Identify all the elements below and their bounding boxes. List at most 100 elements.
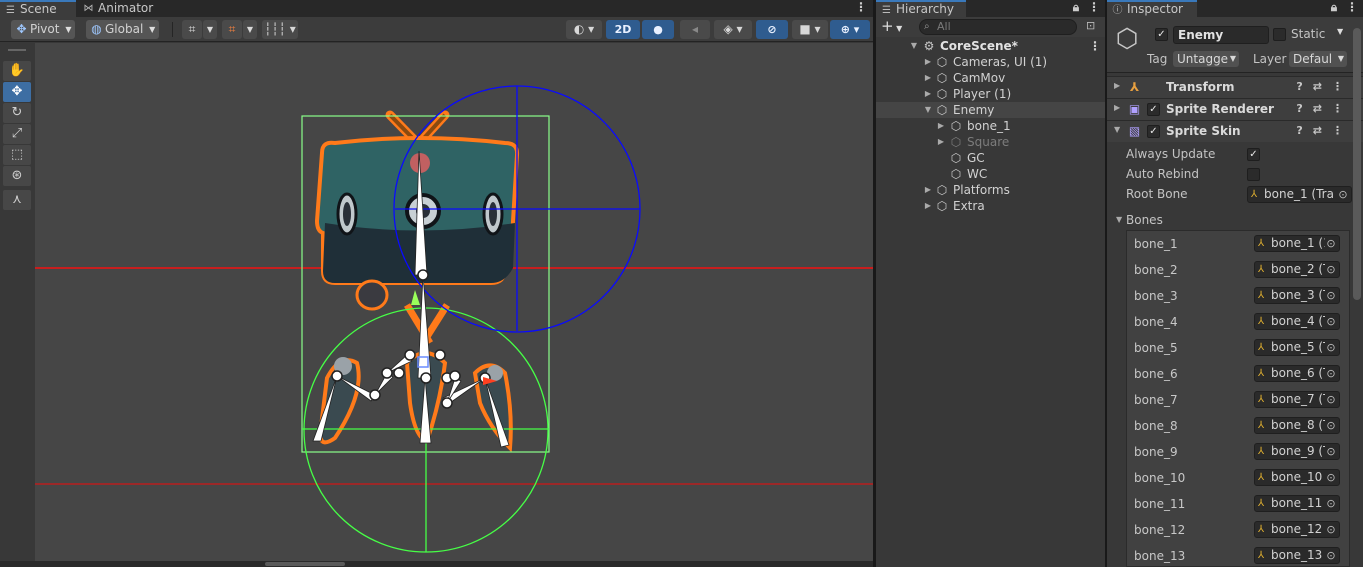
bone-field[interactable]: ⅄ bone_11 (⊙ xyxy=(1254,495,1340,512)
scene-search-icon[interactable]: ⊡ xyxy=(1086,19,1095,32)
hierarchy-row[interactable]: ▶ ⬡ Cameras, UI (1) xyxy=(876,54,1105,70)
hierarchy-menu-icon[interactable]: ⋮ xyxy=(1088,0,1100,17)
expand-arrow-icon[interactable]: ▶ xyxy=(1114,81,1120,90)
always-update-checkbox[interactable]: ✓ xyxy=(1247,148,1260,161)
object-picker-icon[interactable]: ⊙ xyxy=(1325,288,1337,303)
tab-hierarchy[interactable]: ☰ Hierarchy xyxy=(876,0,966,17)
scene-visibility-toggle[interactable]: ⊘ xyxy=(756,20,788,39)
scene-viewport[interactable] xyxy=(35,43,873,561)
expand-arrow-icon[interactable]: ▶ xyxy=(923,70,933,86)
effects-dropdown[interactable]: ◈ ▾ xyxy=(714,20,752,39)
drag-handle[interactable] xyxy=(8,49,26,51)
component-tools[interactable]: ?⇄⋮ xyxy=(1296,80,1353,93)
object-picker-icon[interactable]: ⊙ xyxy=(1325,236,1337,251)
hierarchy-row[interactable]: ⬡ GC xyxy=(876,150,1105,166)
tab-inspector[interactable]: ⓘ Inspector xyxy=(1107,0,1197,17)
hierarchy-row[interactable]: ▶ ⬡ Platforms xyxy=(876,182,1105,198)
rotate-tool-button[interactable]: ↻ xyxy=(3,103,31,123)
tab-animator[interactable]: ⋈ Animator xyxy=(78,0,158,17)
object-picker-icon[interactable]: ⊙ xyxy=(1325,522,1337,537)
bone-field[interactable]: ⅄ bone_8 (T ⊙ xyxy=(1254,417,1340,434)
object-picker-icon[interactable]: ⊙ xyxy=(1325,262,1337,277)
expand-arrow-icon[interactable]: ▶ xyxy=(923,54,933,70)
active-checkbox[interactable]: ✓ xyxy=(1155,28,1168,41)
expand-arrow-icon[interactable]: ▶ xyxy=(923,198,933,214)
object-picker-icon[interactable]: ⊙ xyxy=(1325,548,1337,563)
component-sprite-renderer[interactable]: ▶ ▣ ✓ Sprite Renderer ?⇄⋮ xyxy=(1107,98,1363,120)
hierarchy-row-corescene[interactable]: ▼ ⚙ CoreScene* ⋮ xyxy=(876,38,1105,54)
expand-arrow-icon[interactable]: ▼ xyxy=(909,38,919,54)
inspector-menu-icon[interactable]: ⋮ xyxy=(1346,0,1358,17)
root-bone-field[interactable]: ⅄ bone_1 (Tra ⊙ xyxy=(1247,186,1352,203)
expand-arrow-icon[interactable]: ▶ xyxy=(936,134,946,150)
audio-toggle[interactable]: ◂ xyxy=(680,20,710,39)
static-dropdown[interactable]: ▼ xyxy=(1337,27,1343,36)
expand-arrow-icon[interactable]: ▶ xyxy=(923,182,933,198)
camera-dropdown[interactable]: ■ ▾ xyxy=(792,20,828,39)
gizmos-dropdown[interactable]: ⊕ ▾ xyxy=(830,20,870,39)
bone-field[interactable]: ⅄ bone_10 ⊙ xyxy=(1254,469,1340,486)
lock-icon[interactable]: 🔒︎ xyxy=(1329,0,1339,17)
object-picker-icon[interactable]: ⊙ xyxy=(1325,418,1337,433)
sprite-skin-enabled-checkbox[interactable]: ✓ xyxy=(1147,125,1160,138)
hierarchy-row[interactable]: ▶ ⬡ Square xyxy=(876,134,1105,150)
transform-tool-button[interactable]: ⊛ xyxy=(3,166,31,186)
global-dropdown[interactable]: ◍ Global ▼ xyxy=(86,20,160,39)
bone-field[interactable]: ⅄ bone_3 (T ⊙ xyxy=(1254,287,1340,304)
component-tools[interactable]: ?⇄⋮ xyxy=(1296,102,1353,115)
scene-menu-icon[interactable]: ⋮ xyxy=(855,0,867,17)
expand-arrow-icon[interactable]: ▼ xyxy=(1114,125,1120,134)
object-picker-icon[interactable]: ⊙ xyxy=(1337,187,1349,202)
row-menu-icon[interactable]: ⋮ xyxy=(1089,38,1101,54)
scale-tool-button[interactable]: ⤢ xyxy=(3,124,31,144)
shading-mode-dropdown[interactable]: ◐ ▾ xyxy=(566,20,602,39)
object-picker-icon[interactable]: ⊙ xyxy=(1325,392,1337,407)
bone-field[interactable]: ⅄ bone_5 (T ⊙ xyxy=(1254,339,1340,356)
expand-arrow-icon[interactable]: ▶ xyxy=(923,86,933,102)
bone-field[interactable]: ⅄ bone_1 (1 ⊙ xyxy=(1254,235,1340,252)
component-sprite-skin[interactable]: ▼ ▧ ✓ Sprite Skin ?⇄⋮ xyxy=(1107,120,1363,142)
hierarchy-row[interactable]: ▶ ⬡ bone_1 xyxy=(876,118,1105,134)
mode-2d-toggle[interactable]: 2D xyxy=(606,20,640,39)
gameobject-cube-icon[interactable]: ⬡ xyxy=(1113,24,1141,54)
bone-field[interactable]: ⅄ bone_12 (⊙ xyxy=(1254,521,1340,538)
lock-icon[interactable]: 🔒︎ xyxy=(1071,0,1081,17)
tag-dropdown[interactable]: Untagge ▼ xyxy=(1173,51,1239,67)
hierarchy-search-input[interactable]: ⌕ All xyxy=(919,19,1077,35)
expand-arrow-icon[interactable]: ▼ xyxy=(923,102,933,118)
move-handle-y-icon[interactable] xyxy=(411,290,420,305)
hierarchy-row[interactable]: ⬡ WC xyxy=(876,166,1105,182)
grid-visibility-dropdown[interactable]: ▼ xyxy=(243,20,257,39)
expand-arrow-icon[interactable]: ▼ xyxy=(1116,215,1122,224)
object-picker-icon[interactable]: ⊙ xyxy=(1325,444,1337,459)
object-picker-icon[interactable]: ⊙ xyxy=(1325,496,1337,511)
bones-foldout[interactable]: ▼ Bones xyxy=(1107,211,1363,231)
auto-rebind-checkbox[interactable] xyxy=(1247,168,1260,181)
layer-dropdown[interactable]: Defaul ▼ xyxy=(1289,51,1347,67)
expand-arrow-icon[interactable]: ▶ xyxy=(1114,103,1120,112)
scene-canvas[interactable] xyxy=(35,43,873,561)
object-name-input[interactable]: Enemy xyxy=(1173,26,1269,44)
object-picker-icon[interactable]: ⊙ xyxy=(1325,366,1337,381)
bone-field[interactable]: ⅄ bone_7 (T ⊙ xyxy=(1254,391,1340,408)
hierarchy-row[interactable]: ▶ ⬡ Extra xyxy=(876,198,1105,214)
move-tool-button[interactable]: ✥ xyxy=(3,82,31,102)
expand-arrow-icon[interactable]: ▶ xyxy=(936,118,946,134)
component-tools[interactable]: ?⇄⋮ xyxy=(1296,124,1353,137)
bone-field[interactable]: ⅄ bone_2 (T ⊙ xyxy=(1254,261,1340,278)
object-picker-icon[interactable]: ⊙ xyxy=(1325,340,1337,355)
bone-field[interactable]: ⅄ bone_4 (T ⊙ xyxy=(1254,313,1340,330)
bone-field[interactable]: ⅄ bone_6 (T ⊙ xyxy=(1254,365,1340,382)
increment-snap-button[interactable]: ┆┆┆ ▾ xyxy=(262,20,298,39)
bone-tool-button[interactable]: ⋏ xyxy=(3,190,31,210)
inspector-scrollbar[interactable] xyxy=(1353,28,1361,300)
grid-visibility-button[interactable]: ⌗ xyxy=(222,20,242,39)
component-transform[interactable]: ▶ ⅄ Transform ?⇄⋮ xyxy=(1107,76,1363,98)
add-button[interactable]: + ▼ xyxy=(881,18,902,37)
hierarchy-row[interactable]: ▶ ⬡ Player (1) xyxy=(876,86,1105,102)
object-picker-icon[interactable]: ⊙ xyxy=(1325,314,1337,329)
scene-scrollbar[interactable] xyxy=(0,561,873,567)
hierarchy-row-enemy[interactable]: ▼ ⬡ Enemy xyxy=(876,102,1105,118)
static-checkbox[interactable] xyxy=(1273,28,1286,41)
hierarchy-row[interactable]: ▶ ⬡ CamMov xyxy=(876,70,1105,86)
